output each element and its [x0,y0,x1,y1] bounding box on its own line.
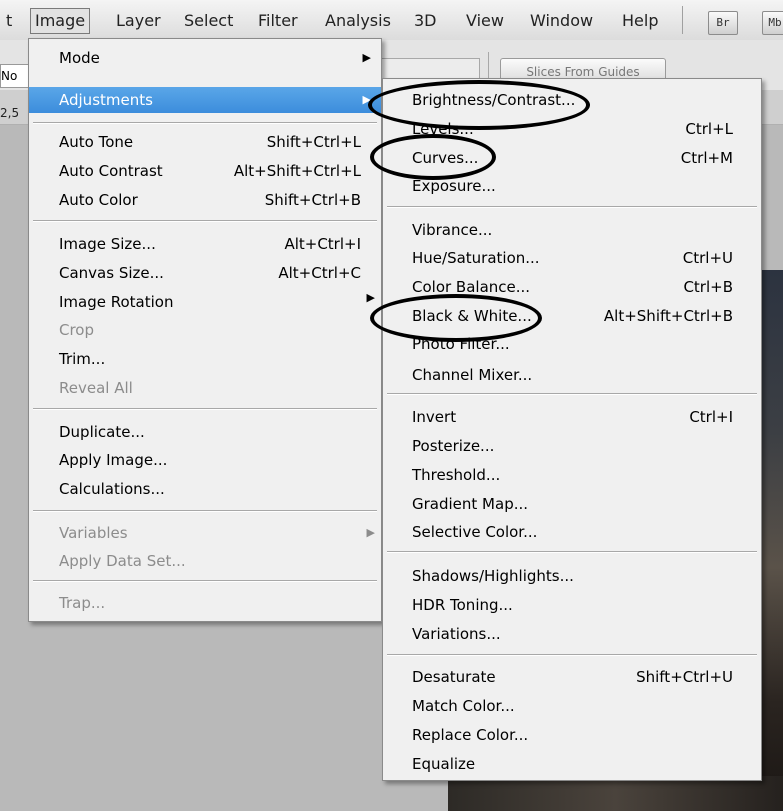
submenu-arrow-icon: ▶ [362,93,371,106]
menu-item-brightness-contrast[interactable]: Brightness/Contrast... [383,87,761,113]
menu-bar: t Image Layer Select Filter Analysis 3D … [0,0,783,41]
menu-item-auto-color[interactable]: Auto Color Shift+Ctrl+B [29,187,381,213]
menu-item-invert[interactable]: Invert Ctrl+I [383,404,761,430]
menubar-item-filter[interactable]: Filter [258,9,298,33]
menubar-item-analysis[interactable]: Analysis [325,9,391,33]
menu-item-variations[interactable]: Variations... [383,621,761,647]
menu-separator [387,551,757,553]
menu-item-photo-filter[interactable]: Photo Filter... [383,331,761,357]
menu-item-trap[interactable]: Trap... [29,590,381,616]
menu-separator [33,408,377,410]
menubar-item-edit-partial[interactable]: t [6,9,12,33]
menu-item-calculations[interactable]: Calculations... [29,476,381,502]
menu-item-black-white[interactable]: Black & White... Alt+Shift+Ctrl+B [383,303,761,329]
submenu-arrow-icon: ▶ [362,51,371,64]
menu-separator [33,220,377,222]
menu-item-color-balance[interactable]: Color Balance... Ctrl+B [383,274,761,300]
menu-item-selective-color[interactable]: Selective Color... [383,519,761,545]
menu-item-desaturate[interactable]: Desaturate Shift+Ctrl+U [383,664,761,690]
menu-item-hdr-toning[interactable]: HDR Toning... [383,592,761,618]
menu-separator [387,654,757,656]
menu-item-reveal-all[interactable]: Reveal All [29,375,381,401]
menu-separator [33,580,377,582]
menubar-item-layer[interactable]: Layer [116,9,161,33]
menubar-divider [682,6,683,34]
menu-item-hue-saturation[interactable]: Hue/Saturation... Ctrl+U [383,245,761,271]
menu-item-duplicate[interactable]: Duplicate... [29,419,381,445]
menubar-item-3d[interactable]: 3D [414,9,437,33]
menubar-item-select[interactable]: Select [184,9,233,33]
menu-separator [33,510,377,512]
menu-item-posterize[interactable]: Posterize... [383,433,761,459]
image-menu: Mode ▶ Adjustments ▶ Auto Tone Shift+Ctr… [28,38,382,622]
zoom-readout: 2,5 [0,106,20,120]
menubar-item-window[interactable]: Window [530,9,593,33]
menu-item-threshold[interactable]: Threshold... [383,462,761,488]
menubar-item-image[interactable]: Image [30,8,91,34]
menu-item-image-size[interactable]: Image Size... Alt+Ctrl+I [29,231,381,257]
menu-item-image-rotation[interactable]: Image Rotation ▶ [29,289,381,315]
menu-item-trim[interactable]: Trim... [29,346,381,372]
menu-item-adjustments[interactable]: Adjustments ▶ [29,87,381,113]
menu-item-equalize[interactable]: Equalize [383,751,761,777]
menu-item-crop[interactable]: Crop [29,317,381,343]
menu-separator [387,206,757,208]
menu-item-match-color[interactable]: Match Color... [383,693,761,719]
menu-item-replace-color[interactable]: Replace Color... [383,722,761,748]
menu-separator [387,393,757,395]
menu-item-channel-mixer[interactable]: Channel Mixer... [383,362,761,388]
menu-item-canvas-size[interactable]: Canvas Size... Alt+Ctrl+C [29,260,381,286]
menu-separator [33,122,377,124]
menu-item-levels[interactable]: Levels... Ctrl+L [383,116,761,142]
document-image-bottom [448,776,783,811]
menu-item-mode[interactable]: Mode ▶ [29,45,381,71]
menubar-item-help[interactable]: Help [622,9,658,33]
menu-item-apply-image[interactable]: Apply Image... [29,447,381,473]
menubar-item-view[interactable]: View [466,9,504,33]
menu-item-shadows-highlights[interactable]: Shadows/Highlights... [383,563,761,589]
submenu-arrow-icon: ▶ [366,291,375,304]
menu-item-gradient-map[interactable]: Gradient Map... [383,491,761,517]
submenu-arrow-icon: ▶ [366,526,375,539]
menu-item-auto-contrast[interactable]: Auto Contrast Alt+Shift+Ctrl+L [29,158,381,184]
menu-item-apply-data-set[interactable]: Apply Data Set... [29,548,381,574]
menu-item-auto-tone[interactable]: Auto Tone Shift+Ctrl+L [29,129,381,155]
menu-item-variables[interactable]: Variables ▶ [29,520,381,546]
bridge-button[interactable]: Br [708,11,738,35]
menu-item-vibrance[interactable]: Vibrance... [383,217,761,243]
menu-item-exposure[interactable]: Exposure... [383,173,761,199]
menu-item-curves[interactable]: Curves... Ctrl+M [383,145,761,171]
adjustments-submenu: Brightness/Contrast... Levels... Ctrl+L … [382,78,762,781]
mini-bridge-button[interactable]: Mb [762,11,783,35]
